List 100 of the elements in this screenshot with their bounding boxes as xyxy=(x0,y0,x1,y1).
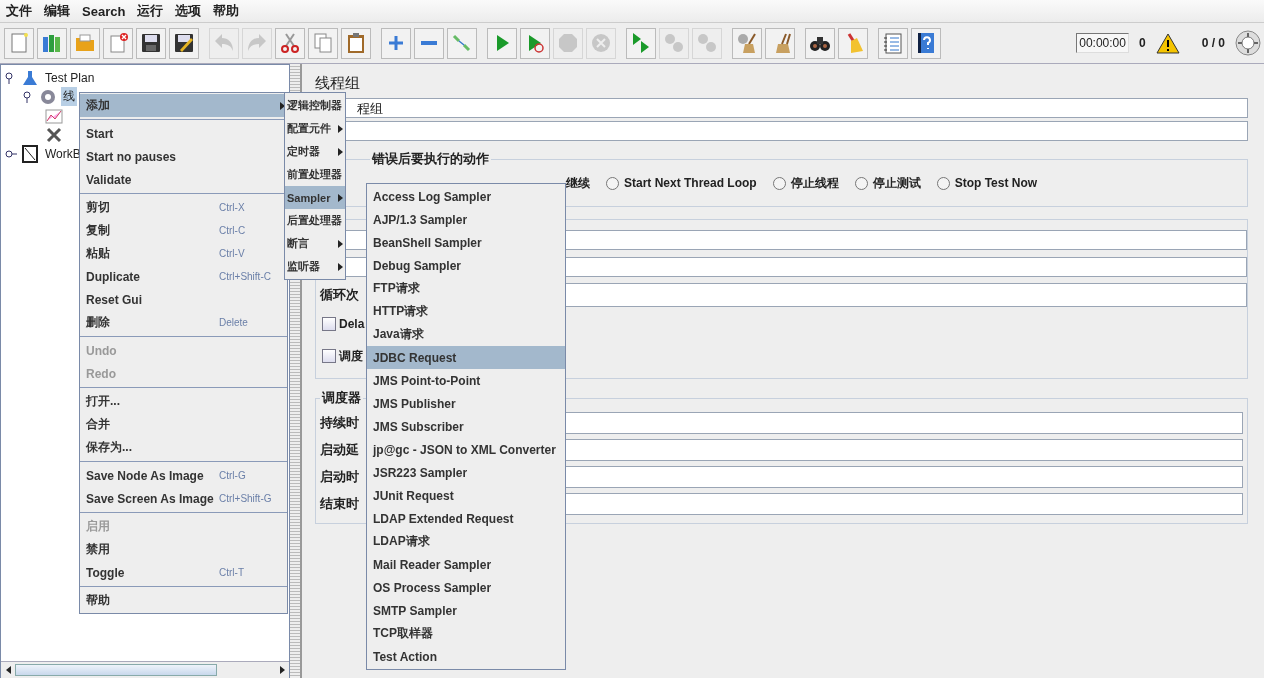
menu-item[interactable]: JMS Publisher xyxy=(367,392,565,415)
radio-option[interactable]: 停止测试 xyxy=(854,174,921,192)
menu-item[interactable]: Save Node As Image Ctrl-G xyxy=(80,464,287,487)
menu-item[interactable]: 帮助 xyxy=(80,589,287,612)
group-legend: 错误后要执行的动作 xyxy=(370,150,491,168)
menu-item[interactable]: 逻辑控制器 xyxy=(285,94,345,117)
menu-item[interactable]: jp@gc - JSON to XML Converter xyxy=(367,438,565,461)
shortcut-label: Ctrl-G xyxy=(219,470,246,481)
tree-node[interactable]: WorkB xyxy=(43,145,83,162)
shortcut-label: Ctrl-T xyxy=(219,567,244,578)
menu-item[interactable]: JMS Subscriber xyxy=(367,415,565,438)
menu-item[interactable]: 监听器 xyxy=(285,255,345,278)
menu-item[interactable]: Access Log Sampler xyxy=(367,185,565,208)
tree-node[interactable]: 线 xyxy=(61,87,77,106)
tree-toggle-icon[interactable] xyxy=(5,147,17,160)
menu-item[interactable]: Start no pauses xyxy=(80,145,287,168)
menu-item[interactable]: Debug Sampler xyxy=(367,254,565,277)
menu-item[interactable]: 配置元件 xyxy=(285,117,345,140)
menu-item[interactable]: 复制 Ctrl-C xyxy=(80,219,287,242)
field-label: 结束时 xyxy=(320,494,360,513)
menu-item[interactable]: JDBC Request xyxy=(367,346,565,369)
copy-icon xyxy=(311,31,335,55)
menu-item[interactable]: 保存为... xyxy=(80,436,287,459)
menu-item[interactable]: HTTP请求 xyxy=(367,300,565,323)
stop-icon xyxy=(556,31,580,55)
tree-node[interactable]: Test Plan xyxy=(43,69,97,86)
radio-option[interactable]: 停止线程 xyxy=(772,174,839,192)
minus-icon xyxy=(421,41,437,45)
name-field[interactable]: 程组 xyxy=(344,97,1248,118)
menu-item[interactable]: Start xyxy=(80,122,287,145)
menu-bar-item[interactable]: 运行 xyxy=(133,2,172,20)
list-icon xyxy=(881,31,905,55)
menu-item[interactable]: 删除 Delete xyxy=(80,311,287,334)
scissors-icon xyxy=(278,31,302,55)
checkbox[interactable] xyxy=(322,317,336,331)
shortcut-label: Ctrl+Shift-G xyxy=(219,493,272,504)
scroll-left-icon[interactable] xyxy=(5,666,11,674)
radio-option[interactable]: Stop Test Now xyxy=(936,176,1038,190)
toolbar-button[interactable] xyxy=(169,27,199,59)
menu-item[interactable]: 断言 xyxy=(285,232,345,255)
flask-icon xyxy=(21,68,39,87)
toolbar-button[interactable] xyxy=(805,27,835,59)
elapsed-time: 00:00:00 xyxy=(1076,33,1129,53)
menu-item[interactable]: Reset Gui xyxy=(80,288,287,311)
menu-item[interactable]: Toggle Ctrl-T xyxy=(80,561,287,584)
menu-item[interactable]: Java请求 xyxy=(367,323,565,346)
menu-bar-item[interactable]: 选项 xyxy=(171,2,210,20)
scroll-right-icon[interactable] xyxy=(279,666,285,674)
shortcut-label: Ctrl-X xyxy=(219,202,245,213)
menu-item[interactable]: 前置处理器 xyxy=(285,163,345,186)
menu-item[interactable]: 禁用 xyxy=(80,538,287,561)
menu-item[interactable]: Save Screen As Image Ctrl+Shift-G xyxy=(80,487,287,510)
menu-item[interactable]: 定时器 xyxy=(285,140,345,163)
warning-icon[interactable] xyxy=(1155,32,1180,54)
radio-icon[interactable] xyxy=(772,176,786,190)
menu-item[interactable]: JSR223 Sampler xyxy=(367,461,565,484)
menu-item[interactable]: JMS Point-to-Point xyxy=(367,369,565,392)
radio-icon[interactable] xyxy=(606,176,619,190)
shortcut-label: Ctrl+Shift-C xyxy=(219,271,271,282)
group-legend: 调度器 xyxy=(320,389,363,407)
toolbar-button[interactable] xyxy=(136,27,166,59)
toolbar-button[interactable] xyxy=(911,27,941,59)
comment-field[interactable] xyxy=(344,120,1248,141)
menu-item[interactable]: 粘贴 Ctrl-V xyxy=(80,242,287,265)
menu-bar-item[interactable]: Search xyxy=(78,3,134,19)
menu-item[interactable]: Mail Reader Sampler xyxy=(367,553,565,576)
menu-item[interactable]: OS Process Sampler xyxy=(367,576,565,599)
menu-item[interactable]: 添加 xyxy=(80,94,287,117)
radio-icon[interactable] xyxy=(854,176,868,190)
horizontal-scrollbar[interactable] xyxy=(1,661,289,678)
menu-item[interactable]: 后置处理器 xyxy=(285,209,345,232)
shutdown-icon xyxy=(589,31,613,55)
menu-item[interactable]: Sampler xyxy=(285,186,345,209)
menu-item[interactable]: 合并 xyxy=(80,413,287,436)
menu-item[interactable]: LDAP请求 xyxy=(367,530,565,553)
menu-item[interactable]: JUnit Request xyxy=(367,484,565,507)
field-label: 循环次 xyxy=(320,286,360,304)
menu-item[interactable]: 剪切 Ctrl-X xyxy=(80,196,287,219)
menu-item[interactable]: SMTP Sampler xyxy=(367,599,565,622)
radio-option[interactable]: Start Next Thread Loop xyxy=(606,176,757,190)
menu-item[interactable]: FTP请求 xyxy=(367,277,565,300)
menu-item[interactable]: AJP/1.3 Sampler xyxy=(367,208,565,231)
submenu-arrow-icon xyxy=(338,147,343,156)
thread-count: 0 / 0 xyxy=(1201,36,1225,50)
radio-icon[interactable] xyxy=(936,176,950,190)
menu-bar-item[interactable]: 文件 xyxy=(2,2,40,20)
checkbox-label: 调度 xyxy=(339,347,363,365)
field-label: 启动时 xyxy=(320,467,360,486)
menu-item[interactable]: LDAP Extended Request xyxy=(367,507,565,530)
menu-item[interactable]: Duplicate Ctrl+Shift-C xyxy=(80,265,287,288)
checkbox[interactable] xyxy=(322,349,336,363)
menu-item[interactable]: TCP取样器 xyxy=(367,622,565,645)
menu-bar-item[interactable]: 编辑 xyxy=(40,2,78,20)
menu-item[interactable]: Test Action xyxy=(367,645,565,668)
menu-item[interactable]: BeanShell Sampler xyxy=(367,231,565,254)
save-as-icon xyxy=(172,31,196,55)
menu-bar-item[interactable]: 帮助 xyxy=(209,2,248,20)
menu-item[interactable]: Validate xyxy=(80,168,287,191)
menu-item[interactable]: 打开... xyxy=(80,390,287,413)
shortcut-label: Ctrl-C xyxy=(219,225,246,236)
